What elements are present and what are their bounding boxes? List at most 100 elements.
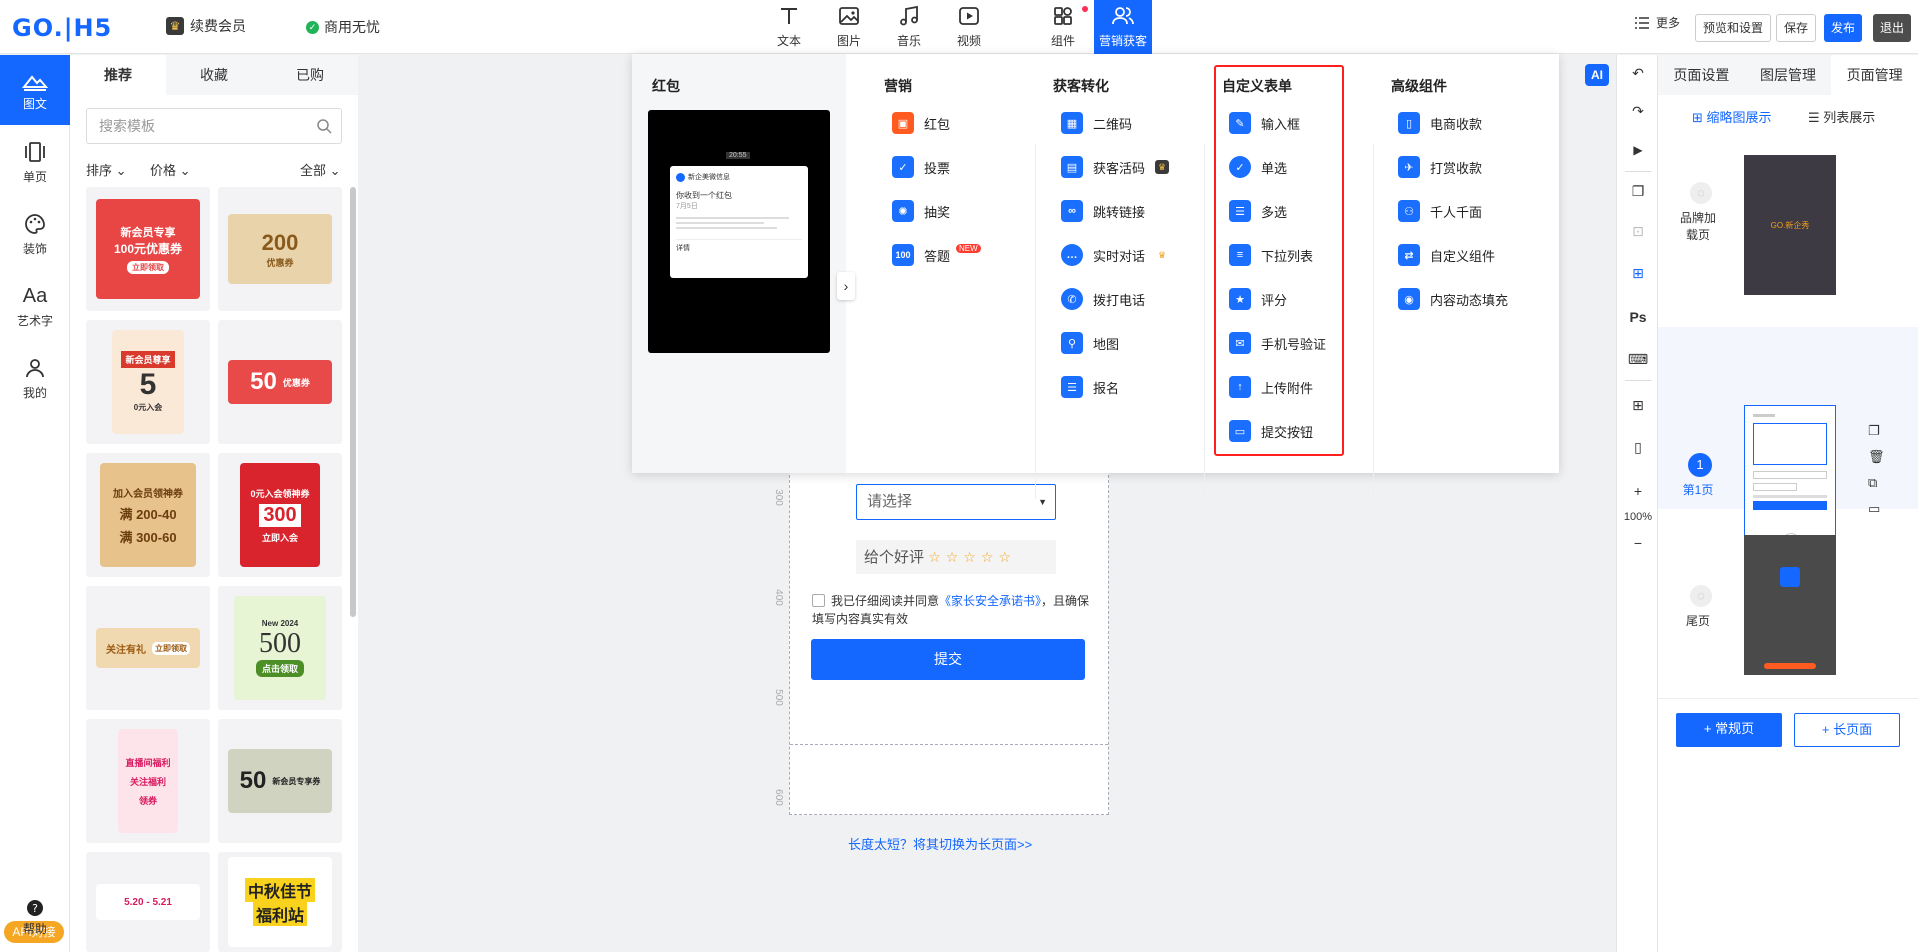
save-button[interactable]: 保存 (1776, 14, 1817, 42)
add-normal-page-button[interactable]: + 常规页 (1676, 713, 1782, 747)
all-filter[interactable]: 全部 ⌄ (300, 160, 341, 179)
nav-decoration[interactable]: 装饰 (0, 212, 70, 257)
thumbnail-view-toggle[interactable]: ⊞ 缩略图展示 (1692, 107, 1772, 126)
keyboard-icon[interactable]: ⌨ (1617, 351, 1659, 368)
item-persona[interactable]: ⚇ 千人千面 (1398, 189, 1508, 233)
photoshop-import-icon[interactable]: Ps (1617, 309, 1659, 325)
chevron-right-icon[interactable]: › (837, 272, 855, 300)
nav-mine[interactable]: 我的 (0, 356, 70, 401)
template-card[interactable]: 直播间福利 关注福利 领券 (86, 719, 210, 843)
item-redpacket[interactable]: ▣ 红包 (892, 101, 981, 145)
template-card[interactable]: 200 优惠券 (218, 187, 342, 311)
tab-page-management[interactable]: 页面管理 (1831, 55, 1918, 95)
tool-text[interactable]: 文本 (760, 0, 818, 54)
item-lottery[interactable]: ✺ 抽奖 (892, 189, 981, 233)
help-button[interactable]: ? 帮助 (0, 900, 70, 937)
more-menu[interactable]: 更多 (1634, 14, 1680, 31)
exit-button[interactable]: 退出 (1873, 14, 1912, 42)
template-card[interactable]: 新会员尊享 5 0元入会 (86, 320, 210, 444)
template-card[interactable]: 50 新会员专享券 (218, 719, 342, 843)
item-map[interactable]: ⚲ 地图 (1061, 321, 1169, 365)
mobile-icon[interactable]: ▯ (1617, 439, 1659, 456)
list-view-toggle[interactable]: ☰ 列表展示 (1808, 107, 1875, 126)
price-filter[interactable]: 价格 ⌄ (150, 160, 191, 179)
item-custom-component[interactable]: ⇄ 自定义组件 (1398, 233, 1508, 277)
nav-single-page[interactable]: 单页 (0, 140, 70, 185)
zoom-out-icon[interactable]: − (1617, 535, 1659, 551)
item-label: 获客活码 (1093, 160, 1146, 176)
page-thumbnail[interactable] (1744, 535, 1836, 675)
template-search-input[interactable]: 搜索模板 (86, 108, 342, 144)
tool-image[interactable]: 图片 (820, 0, 878, 54)
search-icon[interactable] (316, 118, 332, 134)
app-logo[interactable]: GO.|H5 (12, 14, 112, 42)
item-livecode[interactable]: ▤ 获客活码 ♛ (1061, 145, 1170, 189)
commercial-badge[interactable]: ✓ 商用无忧 (306, 17, 380, 37)
page-thumbnail[interactable] (1744, 405, 1836, 543)
page-row-1[interactable]: 1 第1页 + ❐ 🗑 ⧉ ▭ (1658, 327, 1918, 551)
rating-field[interactable]: 给个好评 ☆☆☆☆☆ (856, 540, 1056, 574)
template-card[interactable]: 中秋佳节 福利站 (218, 852, 342, 952)
folder-icon[interactable]: ▭ (1868, 501, 1880, 517)
tool-video[interactable]: 视频 (940, 0, 998, 54)
star-icon[interactable]: ☆☆☆☆☆ (928, 549, 1016, 565)
delete-page-icon[interactable]: 🗑 (1868, 449, 1885, 465)
tool-marketing[interactable]: 营销获客 (1094, 0, 1152, 54)
switch-long-page-link[interactable]: 长度太短？将其切换为长页面>> (848, 834, 1032, 853)
item-chat[interactable]: … 实时对话 ♛ (1061, 233, 1170, 277)
item-label: 地图 (1093, 336, 1120, 352)
sort-filter[interactable]: 排序 ⌄ (86, 160, 127, 179)
tab-page-settings[interactable]: 页面设置 (1658, 55, 1745, 95)
grid-icon[interactable]: ⊞ (1617, 397, 1659, 414)
highlight-box (1214, 65, 1344, 456)
vip-renew-link[interactable]: ♛ 续费会员 (166, 16, 246, 36)
redo-icon[interactable]: ↷ (1617, 103, 1659, 120)
tab-layers[interactable]: 图层管理 (1744, 55, 1832, 95)
item-vote[interactable]: ✓ 投票 (892, 145, 981, 189)
agreement-link[interactable]: 《家长安全承诺书》 (939, 594, 1041, 608)
item-reward[interactable]: ✈ 打赏收款 (1398, 145, 1508, 189)
item-qrcode[interactable]: ▦ 二维码 (1061, 101, 1169, 145)
tool-music[interactable]: 音乐 (880, 0, 938, 54)
template-card[interactable]: New 2024 500 点击领取 (218, 586, 342, 710)
page-row-tail[interactable]: ◌ 尾页 (1658, 525, 1918, 695)
page-thumbnail[interactable]: GO.新企秀 (1744, 155, 1836, 295)
item-link[interactable]: ∞ 跳转链接 (1061, 189, 1169, 233)
nav-graphic[interactable]: 图文 (0, 55, 70, 125)
scan-icon[interactable]: ⊞ (1617, 265, 1659, 282)
undo-icon[interactable]: ↶ (1617, 65, 1659, 82)
item-dynamic-fill[interactable]: ◉ 内容动态填充 (1398, 277, 1508, 321)
template-card[interactable]: 0元入会领神券 300 立即入会 (218, 453, 342, 577)
select-dropdown[interactable]: 请选择 ▼ (856, 484, 1056, 520)
tab-purchased[interactable]: 已购 (262, 55, 358, 95)
duplicate-page-icon[interactable]: ⧉ (1868, 475, 1877, 491)
play-icon[interactable]: ▶ (1617, 143, 1659, 157)
item-payment[interactable]: ▯ 电商收款 (1398, 101, 1508, 145)
copy-icon[interactable]: ❐ (1617, 183, 1659, 200)
tab-favorites[interactable]: 收藏 (166, 55, 262, 95)
image-icon (836, 3, 862, 29)
preview-settings-button[interactable]: 预览和设置 (1695, 14, 1772, 42)
publish-button[interactable]: 发布 (1824, 14, 1863, 42)
lock-icon[interactable]: ⊡ (1617, 223, 1659, 240)
item-signup[interactable]: ☰ 报名 (1061, 365, 1169, 409)
item-quiz[interactable]: 100 答题 NEW (892, 233, 981, 277)
page-row-brand[interactable]: ◌ 品牌加载页 GO.新企秀 (1658, 148, 1918, 308)
copy-page-icon[interactable]: ❐ (1868, 423, 1880, 439)
scrollbar[interactable] (350, 187, 356, 617)
template-card[interactable]: 新会员专享 100元优惠券 立即领取 (86, 187, 210, 311)
tab-recommend[interactable]: 推荐 (70, 55, 166, 95)
zoom-in-icon[interactable]: + (1617, 483, 1659, 499)
submit-button[interactable]: 提交 (811, 639, 1085, 680)
nav-art-text[interactable]: Aa 艺术字 (0, 284, 70, 329)
ai-button[interactable]: AI (1585, 64, 1609, 86)
template-card[interactable]: 加入会员领神券 满 200-40 满 300-60 (86, 453, 210, 577)
template-card[interactable]: 50 优惠券 (218, 320, 342, 444)
template-card[interactable]: 5.20 - 5.21 (86, 852, 210, 952)
template-card[interactable]: 关注有礼 立即领取 (86, 586, 210, 710)
item-phone[interactable]: ✆ 拨打电话 (1061, 277, 1169, 321)
checkbox[interactable] (812, 594, 825, 607)
vip-label: 续费会员 (190, 18, 246, 34)
agreement-checkbox[interactable]: 我已仔细阅读并同意《家长安全承诺书》，且确保填写内容真实有效 (812, 592, 1092, 628)
add-long-page-button[interactable]: + 长页面 (1794, 713, 1900, 747)
